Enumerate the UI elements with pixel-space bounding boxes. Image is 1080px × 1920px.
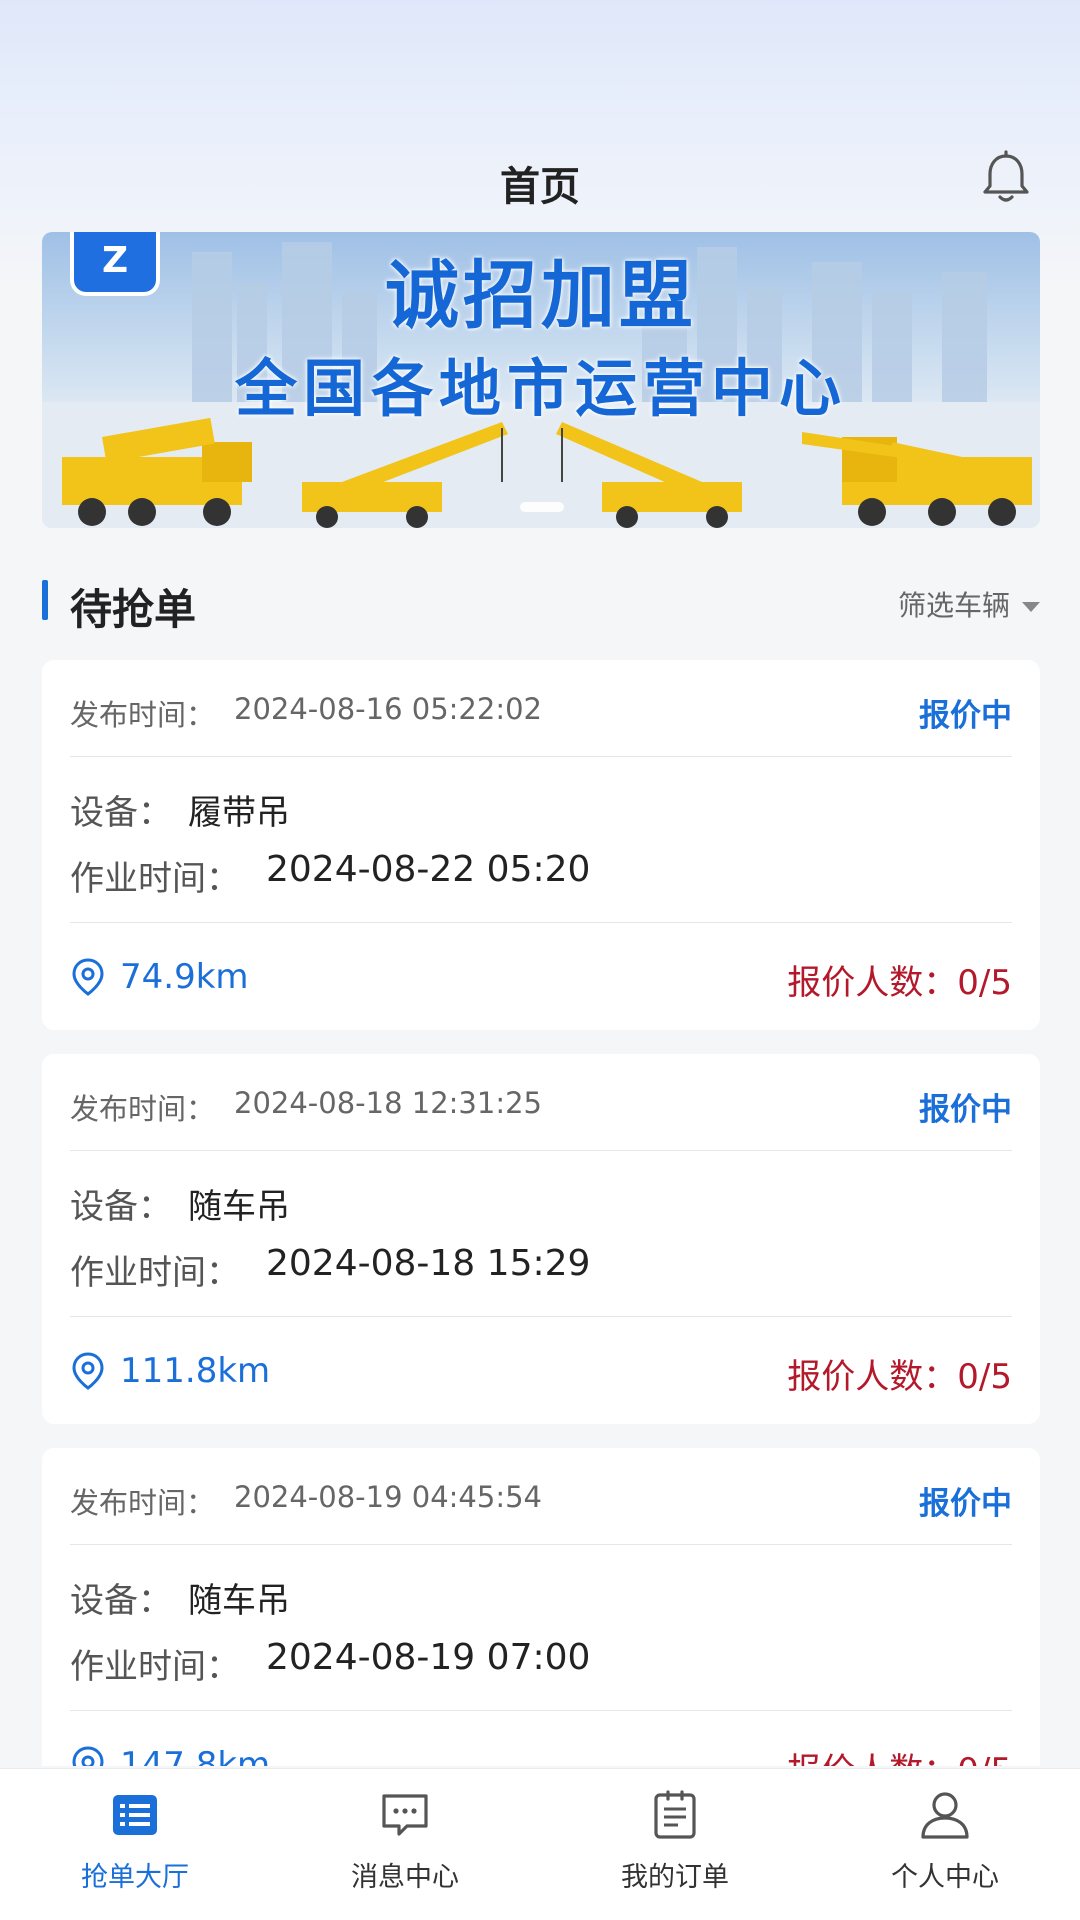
location-pin-icon [72, 958, 104, 996]
work-time-value: 2024-08-18 15:29 [266, 1243, 591, 1284]
order-list: 发布时间： 2024-08-16 05:22:02 报价中 设备： 履带吊 作业… [42, 660, 1040, 1766]
caret-down-icon [1022, 602, 1040, 612]
work-time-label: 作业时间： [70, 1253, 240, 1293]
quote-count: 报价人数：0/5 [787, 1743, 1012, 1766]
published-label: 发布时间： [70, 1486, 216, 1520]
tab-label: 我的订单 [621, 1862, 729, 1893]
bell-icon[interactable] [976, 148, 1036, 208]
work-time-value: 2024-08-22 05:20 [266, 849, 591, 890]
quote-count-label: 报价人数： [787, 1751, 957, 1766]
order-card-body: 设备： 履带吊 作业时间： 2024-08-22 05:20 [70, 757, 1012, 923]
quote-count-label: 报价人数： [787, 1357, 958, 1397]
order-card-header: 发布时间： 2024-08-19 04:45:54 报价中 [70, 1448, 1012, 1545]
banner-title: 诚招加盟 [385, 253, 697, 339]
equipment-value: 履带吊 [188, 793, 290, 833]
carousel-indicator [520, 502, 564, 512]
clipboard-icon [654, 1790, 696, 1839]
order-card-header: 发布时间： 2024-08-18 12:31:25 报价中 [70, 1054, 1012, 1151]
equipment-label: 设备： [70, 1581, 172, 1621]
list-icon [113, 1795, 157, 1835]
quote-count: 报价人数：0/5 [787, 1349, 1012, 1398]
location-pin-icon [72, 1746, 104, 1766]
order-card-body: 设备： 随车吊 作业时间： 2024-08-19 07:00 [70, 1545, 1012, 1711]
published-label: 发布时间： [70, 1092, 216, 1126]
work-time-label: 作业时间： [70, 859, 240, 899]
order-card[interactable]: 发布时间： 2024-08-18 12:31:25 报价中 设备： 随车吊 作业… [42, 1054, 1040, 1424]
quote-count-label: 报价人数： [787, 963, 958, 1003]
equipment-label: 设备： [70, 793, 172, 833]
filter-vehicles-button[interactable]: 筛选车辆 [898, 584, 1040, 624]
order-card-footer: 111.8km 报价人数：0/5 [70, 1317, 1012, 1424]
status-badge: 报价中 [919, 1092, 1012, 1128]
top-bar: 首页 [0, 140, 1080, 220]
equipment-value: 随车吊 [188, 1187, 290, 1227]
tab-my-orders[interactable]: 我的订单 [575, 1787, 775, 1907]
promo-banner[interactable]: Z 诚招加盟 全国各地市运营中心 [42, 232, 1040, 528]
tab-message-center[interactable]: 消息中心 [305, 1787, 505, 1907]
equipment-value: 随车吊 [188, 1581, 290, 1621]
equipment-label: 设备： [70, 1187, 172, 1227]
section-header: 待抢单 筛选车辆 [42, 576, 1040, 634]
order-card-footer: 74.9km 报价人数：0/5 [70, 923, 1012, 1030]
work-time-label: 作业时间： [70, 1647, 240, 1687]
distance-value: 74.9km [120, 957, 249, 997]
published-time: 2024-08-18 12:31:25 [234, 1086, 542, 1120]
banner-subtitle: 全国各地市运营中心 [234, 352, 847, 425]
user-icon [921, 1792, 969, 1839]
published-time: 2024-08-19 04:45:54 [234, 1480, 542, 1514]
quote-count: 报价人数：0/5 [787, 955, 1012, 1004]
quote-count-value: 0/5 [957, 1357, 1012, 1397]
filter-label: 筛选车辆 [897, 589, 1010, 622]
tab-profile[interactable]: 个人中心 [845, 1787, 1045, 1907]
page-title: 首页 [500, 164, 580, 210]
published-label: 发布时间： [70, 698, 216, 732]
section-accent-bar [42, 580, 48, 620]
order-card-footer: 147.8km 报价人数：0/5 [70, 1711, 1012, 1766]
message-icon [382, 1794, 428, 1836]
status-badge: 报价中 [919, 698, 1012, 734]
distance-value: 111.8km [120, 1351, 271, 1391]
work-time-value: 2024-08-19 07:00 [266, 1637, 591, 1678]
section-title: 待抢单 [70, 585, 197, 634]
order-card-header: 发布时间： 2024-08-16 05:22:02 报价中 [70, 660, 1012, 757]
order-card[interactable]: 发布时间： 2024-08-19 04:45:54 报价中 设备： 随车吊 作业… [42, 1448, 1040, 1766]
bottom-tab-bar: 抢单大厅 消息中心 我的订单 个人中心 [0, 1768, 1080, 1920]
order-card-body: 设备： 随车吊 作业时间： 2024-08-18 15:29 [70, 1151, 1012, 1317]
quote-count-value: 0/5 [957, 963, 1012, 1003]
distance-value: 147.8km [120, 1745, 271, 1766]
tab-label: 消息中心 [351, 1862, 459, 1893]
location-pin-icon [72, 1352, 104, 1390]
tab-order-hall[interactable]: 抢单大厅 [35, 1787, 235, 1907]
status-badge: 报价中 [919, 1486, 1012, 1522]
tab-label: 抢单大厅 [81, 1862, 189, 1893]
quote-count-value: 0/5 [957, 1751, 1012, 1766]
tab-label: 个人中心 [891, 1862, 999, 1893]
order-card[interactable]: 发布时间： 2024-08-16 05:22:02 报价中 设备： 履带吊 作业… [42, 660, 1040, 1030]
published-time: 2024-08-16 05:22:02 [234, 692, 542, 726]
